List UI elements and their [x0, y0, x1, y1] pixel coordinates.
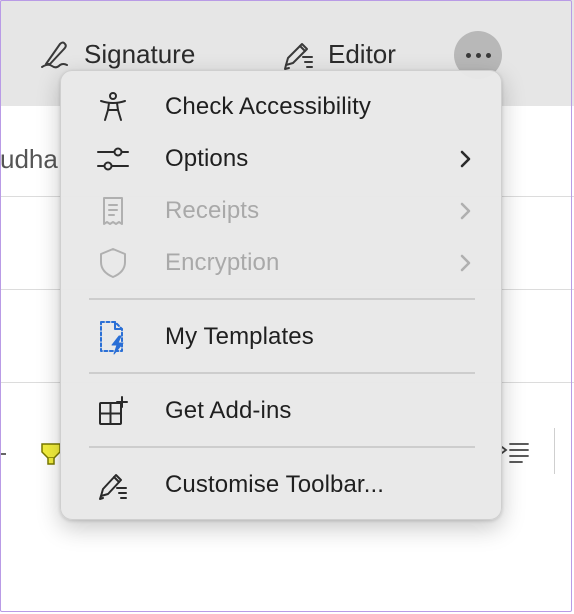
menu-item-label: Options [165, 145, 249, 172]
menu-item-label: My Templates [165, 323, 314, 350]
templates-icon [97, 319, 129, 355]
menu-item-label: Encryption [165, 249, 280, 276]
menu-item-my-templates[interactable]: My Templates [61, 313, 501, 361]
receipt-icon [100, 195, 126, 227]
chevron-right-icon [459, 149, 473, 169]
menu-item-get-add-ins[interactable]: Get Add-ins [61, 387, 501, 435]
accessibility-icon [97, 91, 129, 123]
sliders-icon [96, 145, 130, 173]
menu-item-label: Receipts [165, 197, 260, 224]
menu-item-label: Check Accessibility [165, 93, 371, 120]
document-text-fragment: udha [0, 144, 58, 174]
list-indent-icon[interactable] [500, 440, 530, 466]
chevron-right-icon [459, 201, 473, 221]
menu-item-encryption: Encryption [61, 239, 501, 287]
chevron-right-icon [459, 253, 473, 273]
menu-item-customise-toolbar[interactable]: Customise Toolbar... [61, 461, 501, 509]
pen-icon [96, 469, 130, 501]
editor-label: Editor [328, 38, 396, 69]
toolbar-separator [554, 428, 555, 474]
signature-label: Signature [84, 38, 196, 69]
menu-item-label: Customise Toolbar... [165, 471, 384, 498]
signature-icon [41, 41, 68, 69]
more-options-menu: Check Accessibility Options Receipts Enc… [60, 70, 502, 520]
menu-item-receipts: Receipts [61, 187, 501, 235]
add-ins-icon [97, 395, 129, 427]
menu-separator [89, 372, 475, 374]
highlighter-icon[interactable] [40, 440, 62, 468]
menu-separator [89, 446, 475, 448]
menu-item-label: Get Add-ins [165, 397, 292, 424]
menu-separator [89, 298, 475, 300]
truncated-icon-fragment [0, 453, 6, 455]
menu-item-check-accessibility[interactable]: Check Accessibility [61, 83, 501, 131]
shield-icon [99, 247, 127, 279]
editor-pen-icon [284, 43, 313, 70]
menu-item-options[interactable]: Options [61, 135, 501, 183]
ellipsis-icon [463, 52, 493, 58]
